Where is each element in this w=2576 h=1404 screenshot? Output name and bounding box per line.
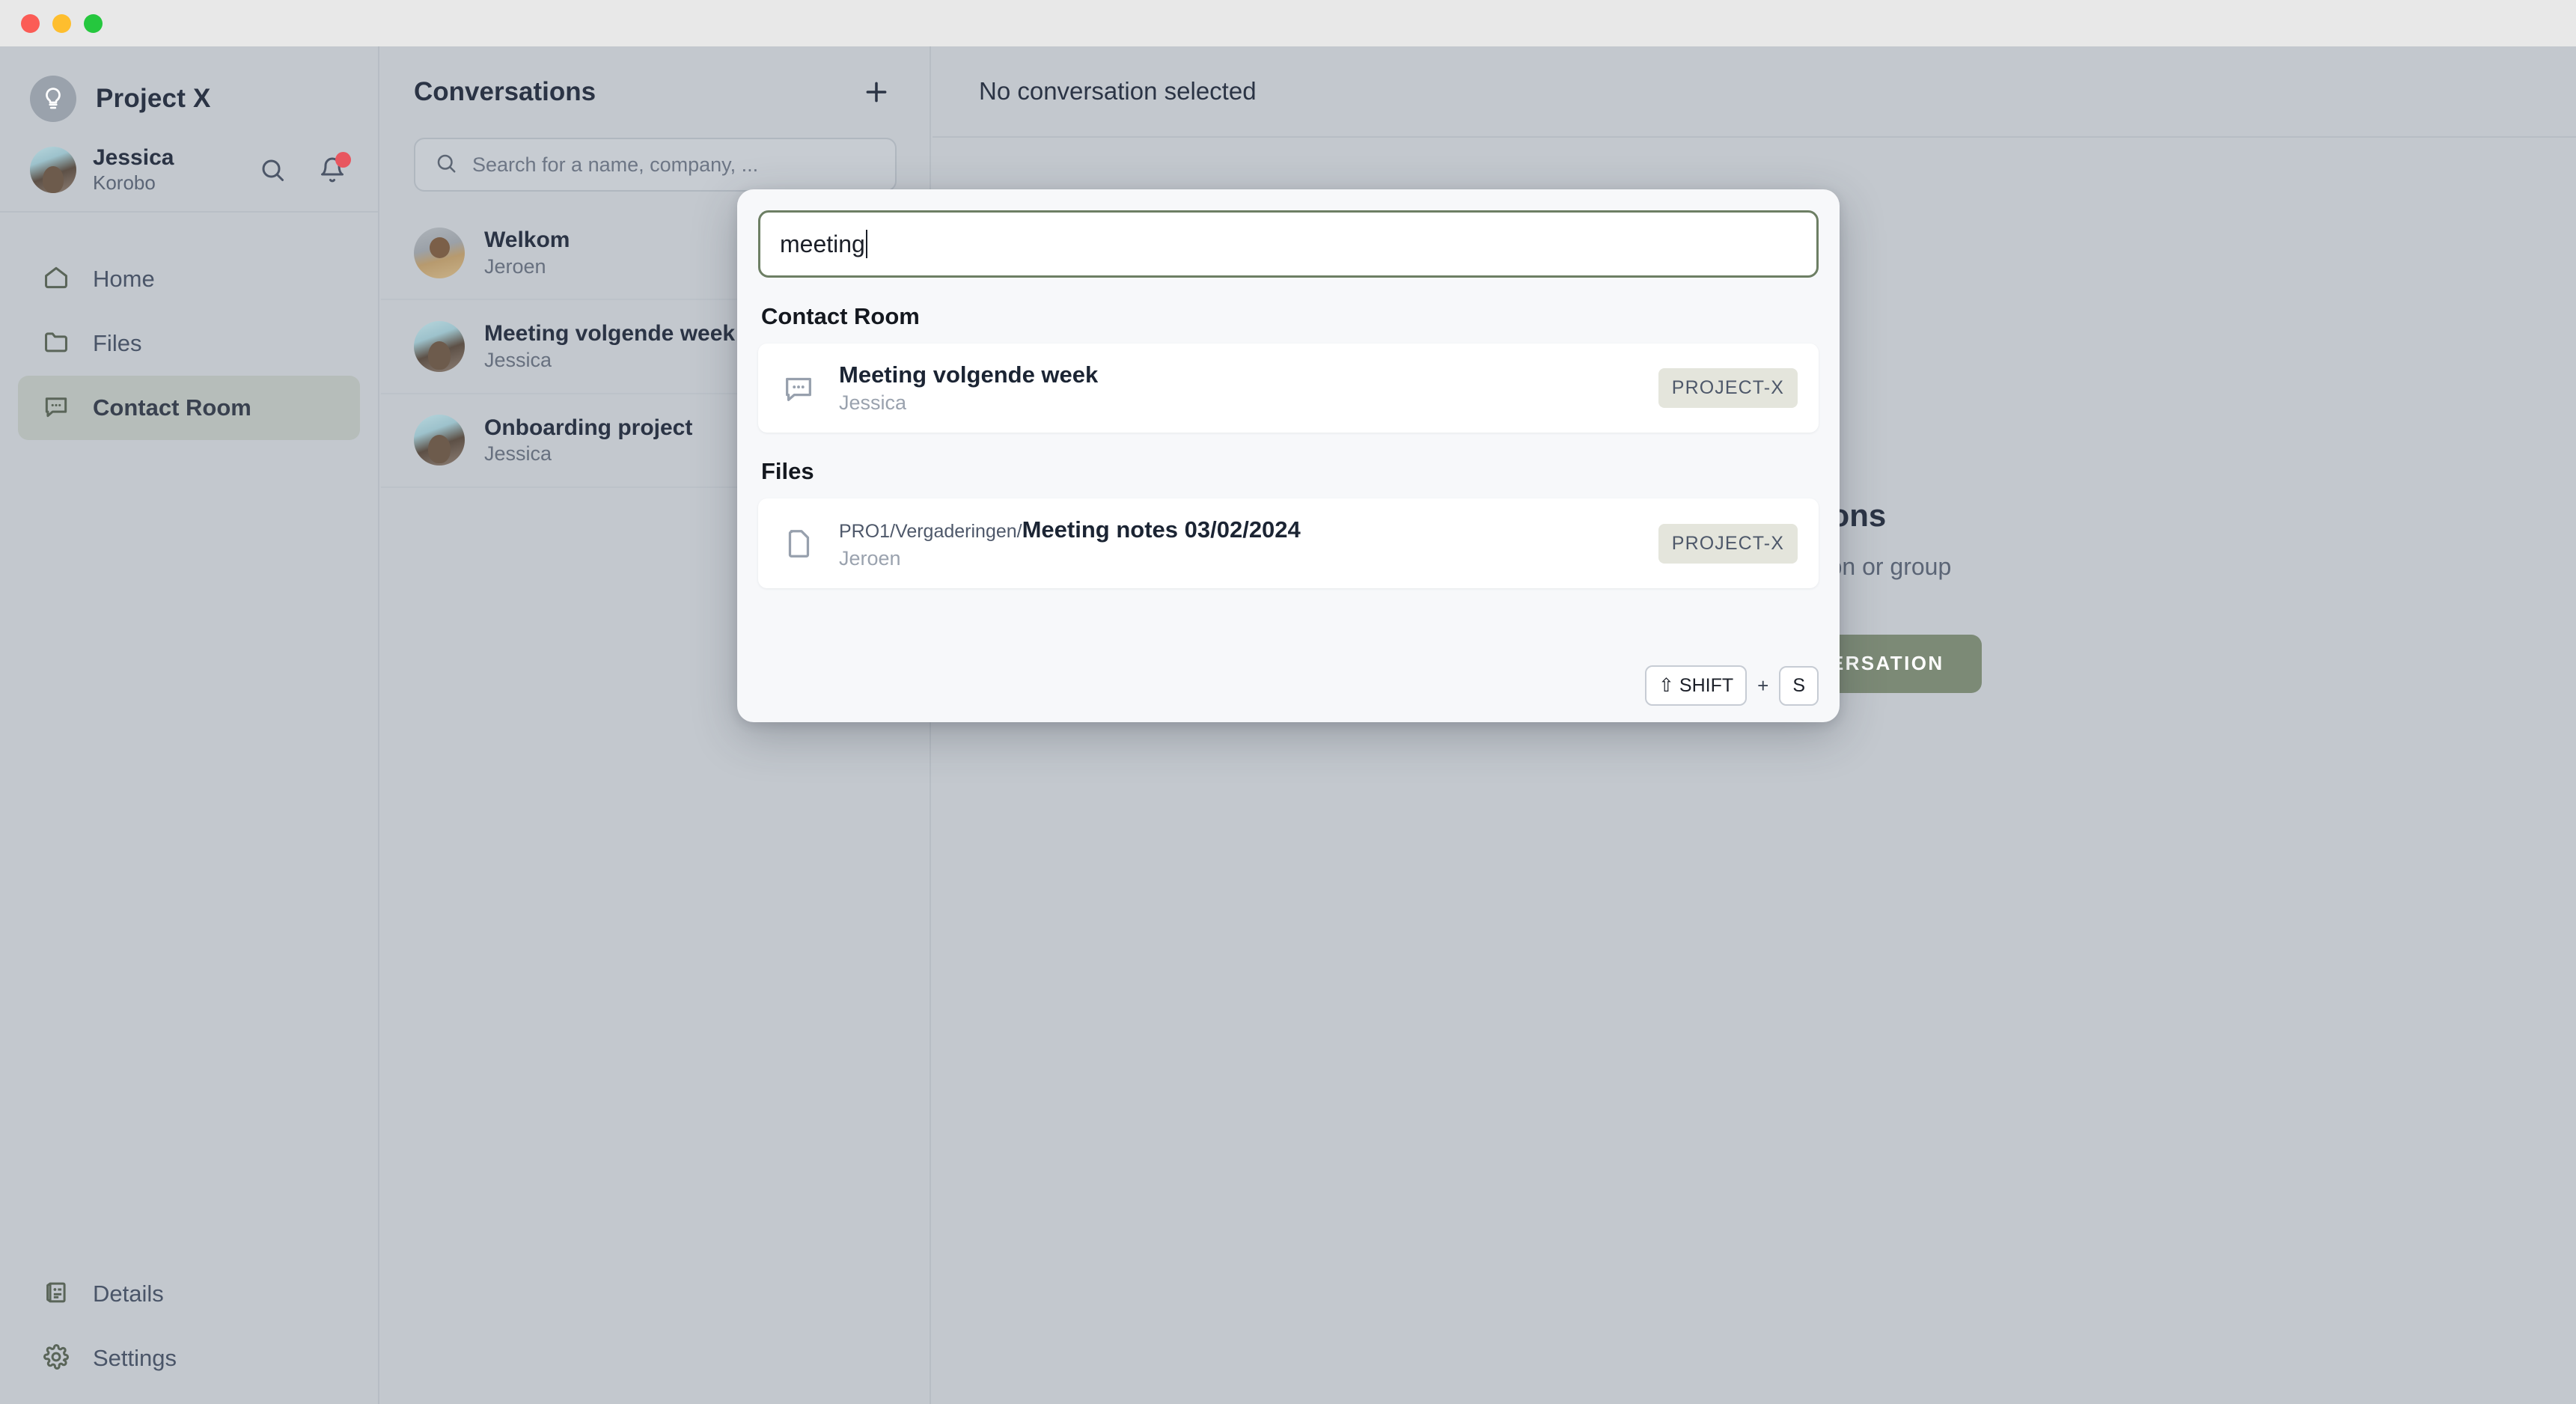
bell-icon[interactable] bbox=[317, 152, 351, 186]
list-item-text: Meeting volgende week Jessica bbox=[484, 320, 735, 373]
search-icon bbox=[435, 152, 457, 178]
global-search-modal: meeting Contact Room Meeting volgende we… bbox=[737, 189, 1840, 722]
lightbulb-icon bbox=[30, 76, 76, 122]
user-meta: Jessica Korobo bbox=[93, 144, 240, 195]
result-group-contact-room: Contact Room Meeting volgende week Jessi… bbox=[758, 303, 1819, 433]
text-caret bbox=[865, 230, 867, 258]
list-item-text: Onboarding project Jessica bbox=[484, 414, 692, 467]
result-group-title: Contact Room bbox=[761, 303, 920, 329]
main-header: No conversation selected bbox=[933, 46, 2576, 138]
result-group-title: Files bbox=[761, 458, 814, 485]
status-badge: PROJECT-X bbox=[1658, 368, 1798, 409]
user-actions bbox=[257, 152, 351, 186]
avatar bbox=[414, 320, 465, 372]
list-item-text: Welkom Jeroen bbox=[484, 226, 570, 279]
chat-bubble-icon bbox=[42, 392, 70, 424]
home-icon bbox=[42, 263, 70, 296]
chat-bubble-icon bbox=[779, 369, 818, 408]
avatar[interactable] bbox=[30, 147, 76, 193]
sidebar-item-home[interactable]: Home bbox=[18, 247, 360, 311]
user-row: Jessica Korobo bbox=[0, 129, 378, 213]
shortcut-plus-separator: + bbox=[1757, 674, 1769, 697]
nav-bottom-list: Details Settings bbox=[0, 1262, 378, 1391]
notification-badge-dot bbox=[335, 152, 351, 168]
shortcut-key-s: S bbox=[1779, 665, 1819, 706]
window-title-bar bbox=[0, 0, 2576, 46]
close-window-button[interactable] bbox=[21, 13, 40, 33]
sidebar-item-files[interactable]: Files bbox=[18, 311, 360, 376]
avatar bbox=[414, 415, 465, 466]
result-group-files: Files PRO1/Vergaderingen/Meeting notes 0… bbox=[758, 458, 1819, 588]
avatar bbox=[414, 227, 465, 278]
search-result-subtitle: Jeroen bbox=[839, 546, 901, 570]
search-result-row[interactable]: Meeting volgende week Jessica PROJECT-X bbox=[758, 344, 1819, 433]
nav-list: Home Files Contact Room bbox=[0, 213, 378, 440]
conversation-sender: Jessica bbox=[484, 348, 552, 371]
search-result-title: Meeting notes 03/02/2024 bbox=[1022, 516, 1301, 543]
sidebar: Project X Jessica Korobo Home Files Cont… bbox=[0, 46, 379, 1404]
user-company: Korobo bbox=[93, 171, 156, 195]
file-icon bbox=[779, 524, 818, 563]
search-input[interactable]: Search for a name, company, ... bbox=[414, 138, 897, 192]
search-result-title: Meeting volgende week bbox=[839, 361, 1099, 388]
shortcut-key-shift: ⇧ SHIFT bbox=[1645, 665, 1748, 706]
conversation-title: Onboarding project bbox=[484, 415, 693, 440]
search-result-subtitle: Jessica bbox=[839, 391, 907, 415]
conversation-sender: Jeroen bbox=[484, 254, 546, 278]
page-title: No conversation selected bbox=[979, 77, 1257, 105]
conversations-title: Conversations bbox=[414, 77, 596, 106]
sidebar-item-label: Settings bbox=[93, 1345, 177, 1371]
sidebar-item-label: Files bbox=[93, 330, 142, 356]
search-result-path-prefix: PRO1/Vergaderingen/ bbox=[839, 521, 1022, 543]
conversations-header: Conversations bbox=[381, 46, 930, 138]
search-input-placeholder: Search for a name, company, ... bbox=[472, 153, 759, 176]
search-result-body: Meeting volgende week Jessica bbox=[839, 360, 1638, 416]
plus-icon[interactable] bbox=[856, 72, 897, 112]
sidebar-item-label: Home bbox=[93, 266, 155, 292]
search-result-row[interactable]: PRO1/Vergaderingen/Meeting notes 03/02/2… bbox=[758, 498, 1819, 588]
sidebar-item-settings[interactable]: Settings bbox=[18, 1326, 360, 1391]
conversation-title: Welkom bbox=[484, 228, 570, 252]
global-search-input[interactable]: meeting bbox=[758, 210, 1819, 278]
brand-row[interactable]: Project X bbox=[0, 46, 378, 129]
sidebar-item-label: Details bbox=[93, 1281, 164, 1307]
app-shell: Project X Jessica Korobo Home Files Cont… bbox=[0, 46, 2576, 1404]
folder-icon bbox=[42, 328, 70, 360]
sidebar-item-details[interactable]: Details bbox=[18, 1262, 360, 1326]
global-search-input-value: meeting bbox=[780, 230, 865, 257]
sidebar-item-contact-room[interactable]: Contact Room bbox=[18, 376, 360, 440]
search-result-body: PRO1/Vergaderingen/Meeting notes 03/02/2… bbox=[839, 515, 1638, 571]
search-icon[interactable] bbox=[257, 154, 288, 186]
keyboard-shortcut-hint: ⇧ SHIFT + S bbox=[1645, 665, 1819, 706]
conversation-sender: Jessica bbox=[484, 442, 552, 465]
minimize-window-button[interactable] bbox=[52, 13, 71, 33]
gear-icon bbox=[42, 1343, 70, 1375]
conversation-title: Meeting volgende week bbox=[484, 321, 736, 347]
user-name: Jessica bbox=[93, 144, 174, 170]
brand-title: Project X bbox=[96, 84, 211, 113]
maximize-window-button[interactable] bbox=[84, 13, 103, 33]
status-badge: PROJECT-X bbox=[1658, 523, 1798, 564]
document-icon bbox=[42, 1278, 70, 1310]
sidebar-item-label: Contact Room bbox=[93, 394, 251, 421]
